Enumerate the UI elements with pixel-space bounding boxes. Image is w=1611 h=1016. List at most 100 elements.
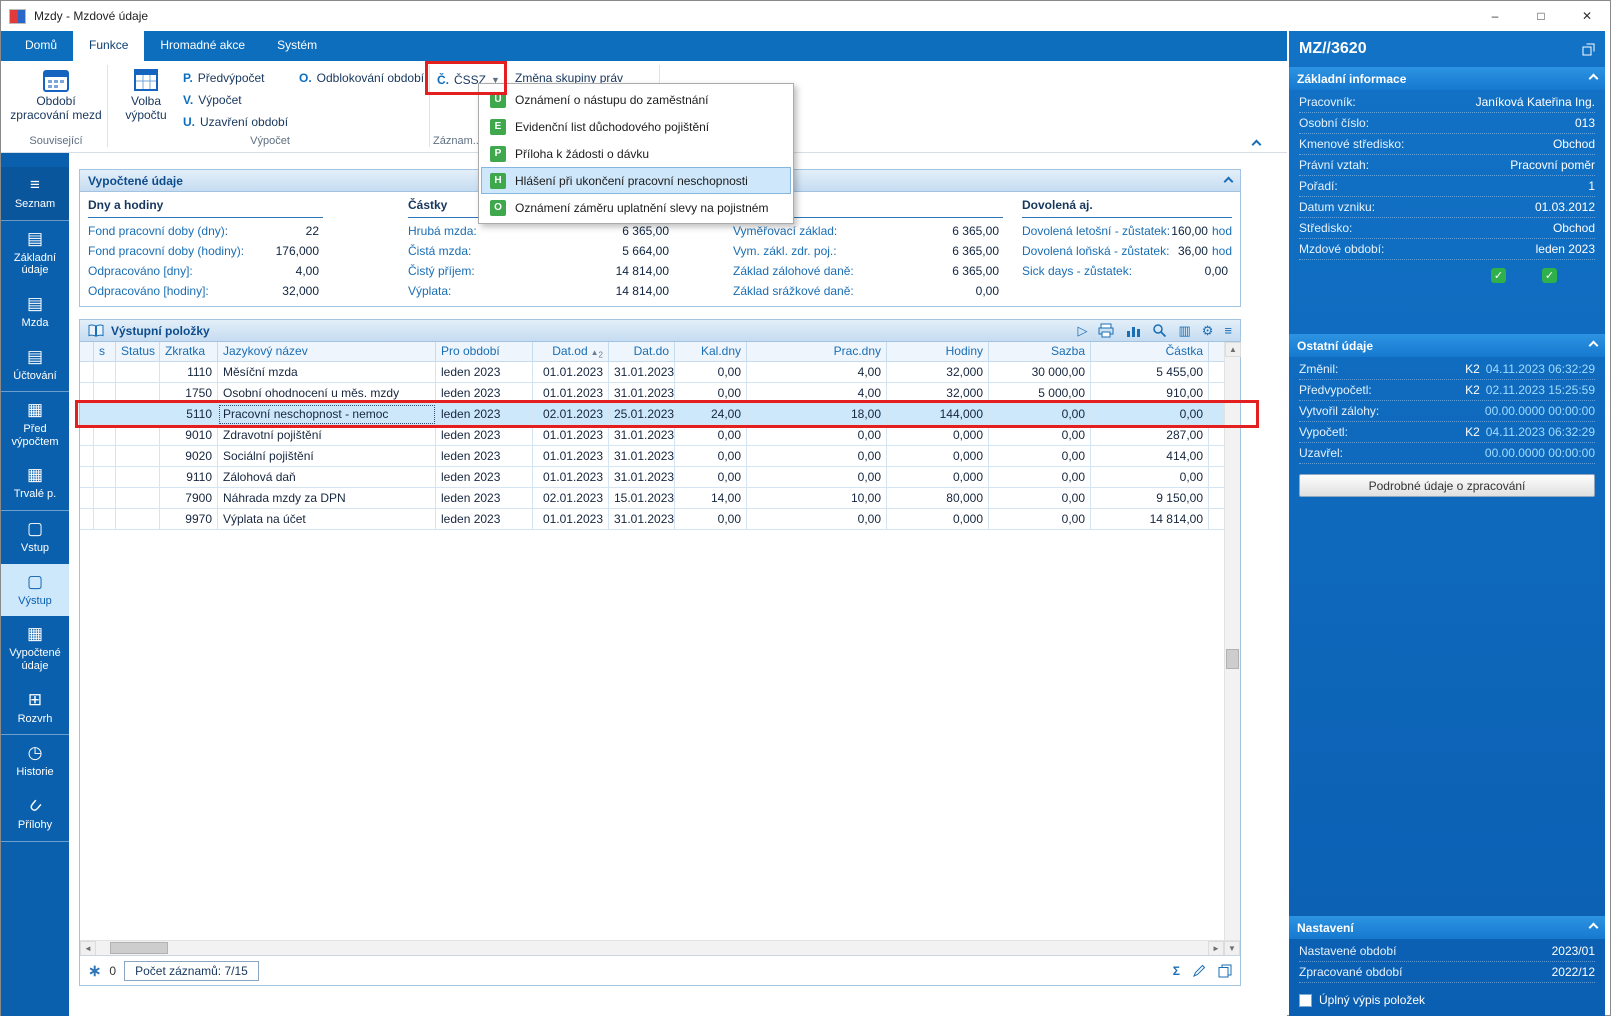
row-marker-cell	[80, 425, 94, 446]
button-label: Výpočet	[198, 93, 241, 107]
section-header-settings[interactable]: Nastavení	[1289, 916, 1605, 939]
scroll-up-arrow[interactable]: ▲	[1225, 342, 1241, 357]
chevron-up-icon	[1589, 341, 1599, 351]
gear-icon[interactable]: ⚙	[1202, 324, 1214, 337]
menu-icon[interactable]: ≡	[1224, 324, 1232, 337]
columns-icon[interactable]: ▥	[1178, 324, 1190, 337]
full-listing-checkbox[interactable]	[1299, 994, 1312, 1007]
cell-obdobi: leden 2023	[436, 446, 533, 467]
collapse-ribbon-chevron[interactable]	[1253, 137, 1260, 151]
cell-status	[116, 488, 160, 509]
menu-item[interactable]: O Oznámení záměru uplatnění slevy na poj…	[481, 194, 791, 221]
print-icon[interactable]	[1098, 323, 1114, 338]
stat-label: Výplata:	[408, 284, 451, 298]
minimize-button[interactable]: –	[1472, 1, 1518, 31]
edit-pencil-icon[interactable]	[1192, 964, 1206, 978]
column-header-status[interactable]: Status	[116, 342, 160, 362]
scroll-right-arrow[interactable]: ►	[1208, 941, 1224, 956]
column-header-sazba[interactable]: Sazba	[989, 342, 1091, 362]
sidebar-item-label: Seznam	[15, 198, 55, 211]
ribbon-tab[interactable]: Funkce	[73, 31, 144, 61]
sum-icon[interactable]: Σ	[1173, 964, 1180, 978]
column-header-nazev[interactable]: Jazykový název	[218, 342, 436, 362]
sidebar-item[interactable]: ≡ Seznam	[1, 167, 69, 221]
maximize-button[interactable]: □	[1518, 1, 1564, 31]
volba-vypoctu-button[interactable]: Volba výpočtu	[113, 65, 179, 129]
column-header-hodiny[interactable]: Hodiny	[887, 342, 989, 362]
ribbon-group-separator	[429, 65, 430, 147]
section-header-other-info[interactable]: Ostatní údaje	[1289, 334, 1605, 357]
stat-row: Základ zálohové daně: 6 365,00	[733, 261, 1003, 281]
menu-item[interactable]: E Evidenční list důchodového pojištění	[481, 113, 791, 140]
sidebar-item[interactable]: ▤ Základní údaje	[1, 221, 69, 286]
menu-item[interactable]: H Hlášení při ukončení pracovní neschopn…	[481, 167, 791, 194]
collapse-panel-chevron[interactable]	[1225, 174, 1232, 188]
detail-label: Vytvořil zálohy:	[1299, 404, 1379, 418]
detail-value: 1	[1588, 179, 1595, 193]
column-header-dat-do[interactable]: Dat.do	[609, 342, 675, 362]
conditions-icon[interactable]: ∗	[88, 961, 101, 981]
column-header-s[interactable]: s	[94, 342, 116, 362]
column-header-zkratka[interactable]: Zkratka	[160, 342, 218, 362]
cell-castka: 287,00	[1091, 425, 1209, 446]
table-row[interactable]: 1750 Osobní ohodnocení u měs. mzdy leden…	[80, 383, 1224, 404]
sidebar-item-icon: ⊞	[28, 691, 42, 709]
popout-icon[interactable]	[1582, 43, 1595, 56]
table-row[interactable]: 9970 Výplata na účet leden 2023 01.01.20…	[80, 509, 1224, 530]
scroll-down-arrow[interactable]: ▼	[1224, 941, 1240, 956]
sidebar-item[interactable]: ▦ Před výpočtem	[1, 392, 69, 457]
sidebar-item[interactable]: ⊞ Rozvrh	[1, 682, 69, 736]
cell-dat-do: 31.01.2023	[609, 467, 675, 488]
cell-s	[94, 425, 116, 446]
run-icon[interactable]: ▷	[1077, 324, 1087, 337]
table-row[interactable]: 9110 Zálohová daň leden 2023 01.01.2023 …	[80, 467, 1224, 488]
horizontal-scrollbar[interactable]: ◄ ► ▼	[80, 940, 1240, 955]
vypocet-button[interactable]: V. Výpočet	[183, 89, 242, 111]
table-row[interactable]: 1110 Měsíční mzda leden 2023 01.01.2023 …	[80, 362, 1224, 383]
obdobi-zpracovani-mezd-button[interactable]: Období zpracování mezd	[9, 65, 103, 129]
cell-castka: 9 150,00	[1091, 488, 1209, 509]
sidebar-item[interactable]: ▦ Vypočtené údaje	[1, 616, 69, 681]
table-row[interactable]: 7900 Náhrada mzdy za DPN leden 2023 02.0…	[80, 488, 1224, 509]
processing-details-button[interactable]: Podrobné údaje o zpracování	[1299, 474, 1595, 497]
scroll-left-arrow[interactable]: ◄	[80, 941, 96, 956]
sidebar-item[interactable]: ∪ Přílohy	[1, 788, 69, 842]
vertical-scrollbar[interactable]: ▲	[1224, 342, 1240, 940]
column-header-castka[interactable]: Částka	[1091, 342, 1209, 362]
button-label: Odblokování období	[317, 71, 424, 85]
stat-row: Hrubá mzda: 6 365,00	[408, 221, 673, 241]
table-row[interactable]: 9020 Sociální pojištění leden 2023 01.01…	[80, 446, 1224, 467]
column-header-dat-od[interactable]: Dat.od▲2	[533, 342, 609, 362]
copy-icon[interactable]	[1218, 964, 1232, 978]
column-header-obdobi[interactable]: Pro období	[436, 342, 533, 362]
ribbon-tab[interactable]: Systém	[261, 31, 333, 61]
column-header-prac-dny[interactable]: Prac.dny	[747, 342, 887, 362]
sidebar-item[interactable]: ▢ Výstup	[1, 564, 69, 617]
cell-dat-do: 31.01.2023	[609, 509, 675, 530]
predvypocet-button[interactable]: P. Předvýpočet	[183, 67, 265, 89]
sidebar-item[interactable]: ▢ Vstup	[1, 511, 69, 564]
sidebar-item[interactable]: ◷ Historie	[1, 735, 69, 788]
menu-item[interactable]: U Oznámení o nástupu do zaměstnání	[481, 86, 791, 113]
section-header-basic-info[interactable]: Základní informace	[1289, 67, 1605, 90]
column-header-kal-dny[interactable]: Kal.dny	[675, 342, 747, 362]
table-row[interactable]: 5110 Pracovní neschopnost - nemoc leden …	[80, 404, 1224, 425]
horizontal-scrollbar-thumb[interactable]	[110, 942, 168, 954]
table-row[interactable]: 9010 Zdravotní pojištění leden 2023 01.0…	[80, 425, 1224, 446]
sidebar-item[interactable]: ▤ Mzda	[1, 286, 69, 339]
ribbon-tab[interactable]: Domů	[9, 31, 73, 61]
chart-icon[interactable]	[1125, 323, 1141, 338]
uzavreni-obdobi-button[interactable]: U. Uzavření období	[183, 111, 288, 133]
cssz-dropdown-menu: U Oznámení o nástupu do zaměstnání E Evi…	[478, 83, 794, 224]
search-icon[interactable]	[1152, 323, 1167, 338]
close-button[interactable]: ✕	[1564, 1, 1610, 31]
cell-nazev: Zdravotní pojištění	[218, 425, 436, 446]
output-table: s Status Zkratka Jazykový název Pro obdo…	[80, 342, 1224, 940]
menu-item[interactable]: P Příloha k žádosti o dávku	[481, 140, 791, 167]
button-label: Volba výpočtu	[113, 95, 179, 123]
sidebar-item[interactable]: ▦ Trvalé p.	[1, 457, 69, 511]
ribbon-tab[interactable]: Hromadné akce	[144, 31, 261, 61]
vertical-scrollbar-thumb[interactable]	[1226, 649, 1239, 669]
sidebar-item[interactable]: ▤ Účtování	[1, 339, 69, 393]
odblokovani-obdobi-button[interactable]: O. Odblokování období	[299, 67, 424, 89]
